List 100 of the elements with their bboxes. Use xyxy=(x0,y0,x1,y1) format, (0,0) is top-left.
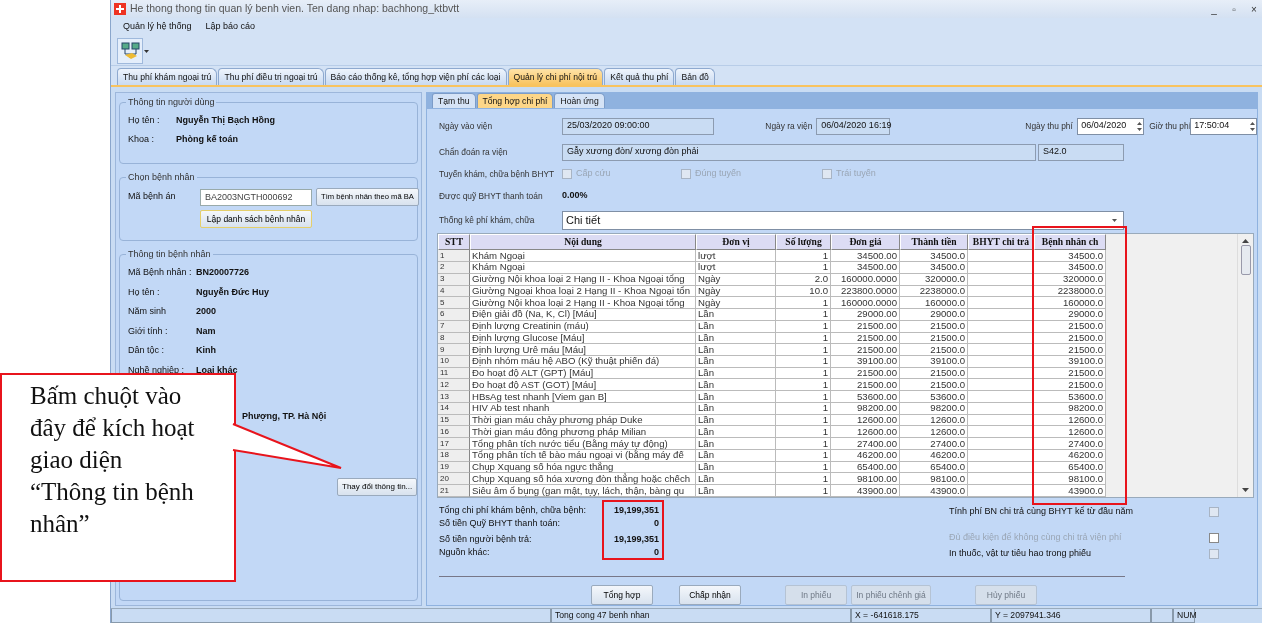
column-header[interactable]: STT xyxy=(438,234,470,251)
table-cell: 21 xyxy=(438,485,470,497)
table-cell: 6 xyxy=(438,309,470,321)
table-cell: 160000.0000 xyxy=(831,297,900,310)
table-cell: 2 xyxy=(438,262,470,274)
total-value: 0 xyxy=(654,545,659,559)
table-cell: 34500.0 xyxy=(900,250,968,263)
table-cell: Điện giải đồ (Na, K, Cl) [Máu] xyxy=(470,309,696,321)
table-cell: 34500.0 xyxy=(900,262,968,274)
column-header[interactable]: Số lượng xyxy=(776,234,831,251)
table-cell: 98100.0 xyxy=(900,473,968,486)
tab[interactable]: Quản lý chi phí nội trú xyxy=(507,68,604,85)
tab[interactable]: Tổng hợp chi phí xyxy=(476,93,554,108)
diagnosis-field[interactable]: Gẫy xương đòn/ xương đòn phải xyxy=(562,143,1036,161)
table-cell: 1 xyxy=(776,473,831,486)
table-cell: Định lượng Urê máu [Máu] xyxy=(470,344,696,356)
spinner-arrows-icon[interactable] xyxy=(1136,120,1144,132)
field-label: Họ tên : xyxy=(128,285,161,299)
date-field[interactable]: 06/04/2020 16:19 xyxy=(816,117,891,135)
change-info-button[interactable]: Thay đổi thông tin... xyxy=(337,478,418,496)
table-cell: Khám Ngoại xyxy=(470,250,696,263)
code-field[interactable]: S42.0 xyxy=(1038,143,1124,161)
table-cell: 53600.0 xyxy=(900,391,968,403)
table-cell: 12600.00 xyxy=(831,426,900,439)
table-cell: 29000.00 xyxy=(831,309,900,321)
table-cell: HBsAg test nhanh [Viem gan B] xyxy=(470,391,696,403)
scrollbar[interactable] xyxy=(1237,234,1253,497)
table-cell: 1 xyxy=(776,344,831,356)
date-field[interactable]: 25/03/2020 09:00:00 xyxy=(562,117,715,135)
scrollbar-thumb[interactable] xyxy=(1240,245,1251,275)
spinner-arrows-icon[interactable] xyxy=(1249,120,1256,132)
table-cell: 53600.0 xyxy=(1034,391,1106,403)
column-header[interactable]: Nội dung xyxy=(470,234,696,251)
table-cell: Ngày xyxy=(696,297,776,310)
field-value: BN20007726 xyxy=(196,266,250,279)
tab[interactable]: Thu phí điều trị ngoại trú xyxy=(218,68,324,85)
tab[interactable]: Thu phí khám ngoại trú xyxy=(117,68,218,85)
table-cell: Chụp Xquang số hóa xương đòn thẳng hoặc chếch xyxy=(470,473,696,486)
table-cell: 21500.00 xyxy=(831,379,900,392)
tab[interactable]: Bản đồ xyxy=(675,68,715,85)
total-value: 19,199,351 xyxy=(613,532,659,546)
field-value: Nam xyxy=(196,324,216,338)
table-cell: Lần xyxy=(696,309,776,321)
table-cell: 21500.0 xyxy=(1034,379,1106,392)
scroll-down-icon[interactable] xyxy=(1242,488,1249,492)
field-value: Nguyễn Thị Bạch Hồng xyxy=(176,113,275,127)
table-cell: 12600.0 xyxy=(900,426,968,439)
table-cell: 1 xyxy=(776,262,831,274)
table-cell: 12 xyxy=(438,379,470,392)
table-cell: 1 xyxy=(776,250,831,263)
field-value: Nguyễn Đức Huy xyxy=(196,285,270,299)
record-id-field[interactable]: BA2003NGTH000692 xyxy=(200,188,312,206)
table-cell: 98100.0 xyxy=(1034,473,1106,486)
field-label: Khoa : xyxy=(128,132,156,146)
column-header[interactable]: Đơn vị xyxy=(696,234,776,251)
table-cell: 43900.00 xyxy=(831,485,900,497)
table-cell: 5 xyxy=(438,297,470,310)
highlight-frame xyxy=(602,500,664,560)
checkbox-label: Trái tuyến xyxy=(836,167,876,181)
dropdown-icon[interactable] xyxy=(143,47,150,54)
list-button[interactable]: Lập danh sách bệnh nhân xyxy=(200,210,312,228)
callout-note: Bấm chuột vào đây để kích hoạt giao diện “Thông tin bệnh nhân” xyxy=(0,373,236,582)
app-icon xyxy=(114,3,126,15)
action-button[interactable]: Chấp nhận xyxy=(679,585,741,605)
table-cell: 29000.0 xyxy=(900,309,968,321)
caret-icon[interactable] xyxy=(1112,218,1117,222)
table-cell: Lần xyxy=(696,485,776,497)
connect-button[interactable] xyxy=(117,37,143,64)
total-label: Số tiền Quỹ BHYT thanh toán: xyxy=(439,516,560,530)
stats-dropdown[interactable]: Chi tiết xyxy=(562,210,1124,230)
tab[interactable]: Kết quả thu phí xyxy=(604,68,675,85)
table-cell: 12600.0 xyxy=(1034,426,1106,439)
table-cell: 27400.0 xyxy=(1034,438,1106,450)
action-button[interactable]: Tổng hợp xyxy=(591,585,653,605)
column-header[interactable]: Thành tiền xyxy=(900,234,968,251)
total-label: Số tiền người bệnh trả: xyxy=(439,532,532,546)
group-title: Thông tin bệnh nhân xyxy=(126,248,213,262)
column-header[interactable]: Bệnh nhân ch xyxy=(1034,234,1106,251)
menu-item[interactable]: Quản lý hệ thống xyxy=(123,20,192,34)
table-cell: Tổng phân tích nước tiểu (Bằng máy tự động) xyxy=(470,438,696,450)
menu-item[interactable]: Lập báo cáo xyxy=(205,20,256,34)
column-header[interactable]: BHYT chi trả xyxy=(968,234,1034,251)
time-picker[interactable]: 17:50:04 xyxy=(1190,117,1257,135)
field-label: Mã bệnh án xyxy=(128,190,177,204)
minimize-button[interactable]: _ xyxy=(1206,1,1222,17)
table-cell: Định nhóm máu hệ ABO (Kỹ thuật phiến đá) xyxy=(470,356,696,368)
tab[interactable]: Tạm thu xyxy=(432,93,476,108)
checkbox[interactable] xyxy=(1209,533,1219,543)
tab[interactable]: Báo cáo thống kê, tổng hợp viện phí các loại xyxy=(324,68,507,85)
status-text: X = -641618.175 xyxy=(851,609,991,623)
close-button[interactable]: × xyxy=(1246,1,1262,17)
field-label: Ngày thu phí xyxy=(1025,119,1074,133)
date-picker[interactable]: 06/04/2020 xyxy=(1077,117,1145,135)
table-cell: 160000.0 xyxy=(1034,297,1106,310)
field-label: Mã Bệnh nhân : xyxy=(128,266,193,279)
table-cell: 1 xyxy=(776,438,831,450)
tab[interactable]: Hoàn ứng xyxy=(554,93,605,108)
maximize-button[interactable]: ▫ xyxy=(1226,1,1242,17)
scroll-up-icon[interactable] xyxy=(1242,239,1249,243)
column-header[interactable]: Đơn giá xyxy=(831,234,900,251)
